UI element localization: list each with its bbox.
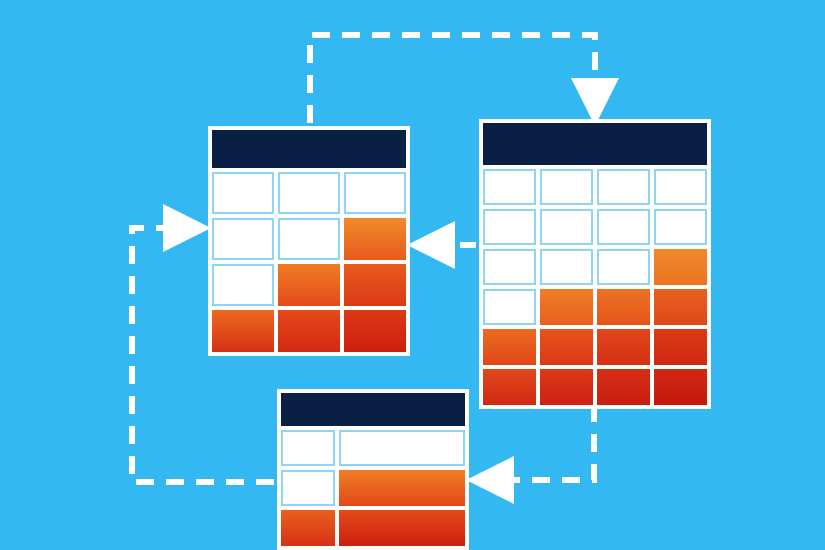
table-b-header: [483, 123, 707, 165]
cell: [540, 209, 593, 245]
cell: [483, 289, 536, 325]
table-a: [208, 126, 410, 356]
cell: [344, 172, 406, 214]
table-c-header: [281, 393, 465, 426]
cell: [344, 218, 406, 260]
cell: [597, 249, 650, 285]
cell: [654, 209, 707, 245]
cell: [344, 310, 406, 352]
cell: [278, 172, 340, 214]
table-c: [277, 389, 469, 550]
cell: [212, 218, 274, 260]
cell: [597, 329, 650, 365]
cell: [483, 169, 536, 205]
cell: [654, 369, 707, 405]
cell: [597, 289, 650, 325]
cell: [212, 172, 274, 214]
cell: [483, 369, 536, 405]
cell: [344, 264, 406, 306]
cell: [281, 470, 335, 506]
cell: [654, 329, 707, 365]
cell: [597, 169, 650, 205]
cell: [278, 264, 340, 306]
cell: [654, 289, 707, 325]
cell: [278, 310, 340, 352]
cell: [540, 169, 593, 205]
cell: [278, 218, 340, 260]
cell: [540, 289, 593, 325]
cell: [654, 249, 707, 285]
cell: [540, 249, 593, 285]
cell: [281, 510, 335, 546]
cell: [483, 249, 536, 285]
cell: [483, 209, 536, 245]
table-b: [479, 119, 711, 409]
table-c-grid: [281, 426, 465, 546]
table-b-grid: [483, 165, 707, 405]
cell: [281, 430, 335, 466]
cell: [212, 264, 274, 306]
arrow-a-to-b: [310, 35, 595, 123]
cell: [339, 510, 465, 546]
cell: [212, 310, 274, 352]
cell: [654, 169, 707, 205]
table-a-header: [212, 130, 406, 168]
cell: [483, 329, 536, 365]
cell: [339, 470, 465, 506]
table-a-grid: [212, 168, 406, 352]
cell: [597, 369, 650, 405]
arrow-b-to-c: [484, 404, 594, 480]
cell: [597, 209, 650, 245]
cell: [339, 430, 465, 466]
cell: [540, 329, 593, 365]
cell: [540, 369, 593, 405]
